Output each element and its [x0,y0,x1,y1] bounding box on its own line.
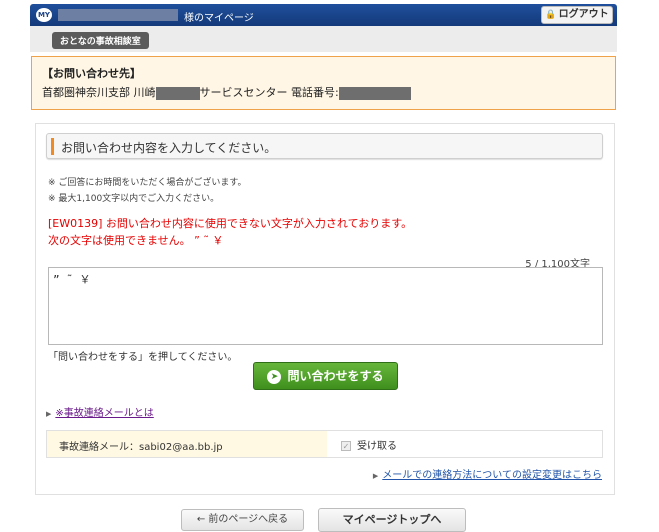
triangle-right-icon: ▶ [372,472,379,480]
accident-mail-info-row: ▶ ※事故連絡メールとは [46,404,154,419]
submit-inquiry-button[interactable]: ➤ 問い合わせをする [253,362,398,390]
note-response-time: ※ ご回答にお時間をいただく場合がございます。 [48,178,247,188]
heading-accent-bar [51,138,54,155]
mail-settings-link[interactable]: メールでの連絡方法についての設定変更はこちら [382,470,602,481]
triangle-right-icon: ▶ [46,410,52,418]
error-message-line2: 次の文字は使用できません。 ” ˜ ￥ [48,234,224,247]
accident-mail-row: 事故連絡メール：sabi02@aa.bb.jp ✓ 受け取る [46,430,603,458]
my-badge-icon: MY [36,8,52,22]
logout-button[interactable]: 🔒 ログアウト [541,6,613,24]
section-heading: お問い合わせ内容を入力してください。 [46,133,603,159]
receive-cell: ✓ 受け取る [327,431,602,457]
submit-prompt: 「問い合わせをする」を押してください。 [48,352,238,363]
accident-mail-info-link[interactable]: ※事故連絡メールとは [55,408,153,419]
note-max-chars: ※ 最大1,100文字以内でご入力ください。 [48,194,220,204]
receive-label: 受け取る [357,441,397,452]
redacted-phone-number [338,86,411,100]
inquiry-form-panel: お問い合わせ内容を入力してください。 ※ ご回答にお時間をいただく場合がございま… [35,123,615,495]
contact-middle: サービスセンター 電話番号: [199,86,339,99]
contact-prefix: 首都圏神奈川支部 川崎 [42,86,156,99]
contact-line: 首都圏神奈川支部 川崎 サービスセンター 電話番号: [42,84,605,100]
contact-info-box: 【お問い合わせ先】 首都圏神奈川支部 川崎 サービスセンター 電話番号: [31,56,616,110]
section-heading-text: お問い合わせ内容を入力してください。 [61,141,277,155]
accident-mail-label: 事故連絡メール：sabi02@aa.bb.jp [47,431,327,457]
section-pill[interactable]: おとなの事故相談室 [52,32,149,49]
redacted-user-name [58,9,178,21]
mypage-top-button[interactable]: マイページトップへ [318,508,466,532]
mypage-title: 様のマイページ [184,13,254,24]
settings-link-row: ▶ メールでの連絡方法についての設定変更はこちら [373,466,602,481]
redacted-center-name [155,86,200,100]
back-button[interactable]: ← 前のページへ戻る [181,509,304,531]
top-header-bar: MY 様のマイページ 🔒 ログアウト [30,4,617,26]
lock-icon: 🔒 [545,10,557,20]
inquiry-textarea[interactable]: ” ˜ ￥ [48,267,603,345]
submit-label: 問い合わせをする [287,369,384,383]
logout-label: ログアウト [558,9,609,20]
receive-checkbox[interactable]: ✓ [341,441,351,451]
contact-title: 【お問い合わせ先】 [42,67,141,80]
arrow-right-circle-icon: ➤ [267,369,282,384]
sub-navigation-bar: おとなの事故相談室 [30,26,617,52]
error-message-line1: [EW0139] お問い合わせ内容に使用できない文字が入力されております。 [48,217,413,230]
